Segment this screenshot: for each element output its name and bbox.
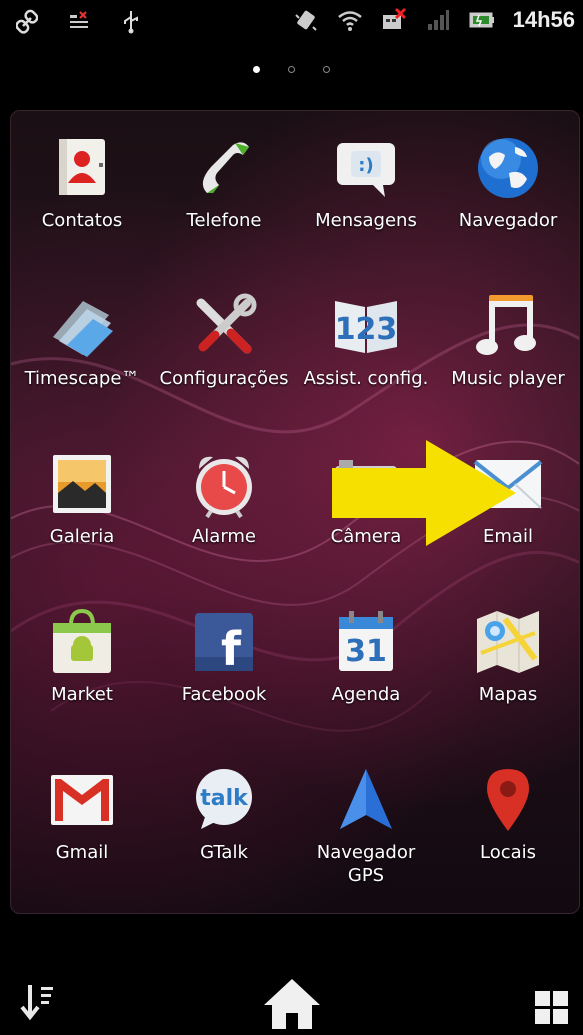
- setup-wizard-icon: 123: [331, 291, 401, 361]
- facebook-icon-text: f: [221, 622, 242, 673]
- app-label: Galeria: [49, 526, 115, 547]
- vibrate-icon: [293, 6, 319, 34]
- app-gmail[interactable]: Gmail: [11, 743, 153, 901]
- gtalk-icon-text: talk: [200, 786, 249, 811]
- notification-list-icon: [66, 8, 92, 36]
- page-dot-2[interactable]: [288, 66, 295, 73]
- places-pin-icon: [473, 765, 543, 835]
- app-agenda[interactable]: 31 Agenda: [295, 585, 437, 743]
- app-label: Navegador: [458, 210, 558, 231]
- app-label: Mapas: [478, 684, 538, 705]
- app-configuracoes[interactable]: Configurações: [153, 269, 295, 427]
- app-timescape[interactable]: Timescape™: [11, 269, 153, 427]
- app-gtalk[interactable]: talk GTalk: [153, 743, 295, 901]
- app-assist-config[interactable]: 123 Assist. config.: [295, 269, 437, 427]
- app-mensagens[interactable]: :) Mensagens: [295, 111, 437, 269]
- app-label: Music player: [451, 368, 565, 389]
- status-clock: 14h56: [512, 7, 575, 32]
- app-label: Alarme: [191, 526, 257, 547]
- app-label: Contatos: [41, 210, 123, 231]
- music-note-icon: [473, 291, 543, 361]
- app-label: Navegador GPS: [316, 842, 416, 886]
- maps-icon: [473, 607, 543, 677]
- app-label: Assist. config.: [303, 368, 429, 389]
- gps-navigation-icon: [331, 765, 401, 835]
- app-market[interactable]: Market: [11, 585, 153, 743]
- bottom-dock: [0, 975, 583, 1035]
- gallery-icon: [47, 449, 117, 519]
- app-locais[interactable]: Locais: [437, 743, 579, 901]
- app-galeria[interactable]: Galeria: [11, 427, 153, 585]
- battery-icon: [469, 6, 495, 34]
- messages-icon-text: :): [358, 155, 373, 176]
- settings-tools-icon: [189, 291, 259, 361]
- status-bar: 14h56: [0, 0, 583, 44]
- link-icon: [14, 8, 40, 36]
- app-label: Locais: [479, 842, 537, 863]
- wifi-icon: [337, 6, 363, 34]
- annotation-arrow: [332, 440, 516, 546]
- page-indicator[interactable]: [0, 66, 583, 73]
- app-music-player[interactable]: Music player: [437, 269, 579, 427]
- app-alarme[interactable]: Alarme: [153, 427, 295, 585]
- missed-alert-icon: [381, 6, 407, 34]
- sort-icon[interactable]: [20, 981, 54, 1025]
- calendar-icon-text: 31: [345, 634, 387, 669]
- usb-icon: [118, 8, 144, 36]
- facebook-icon: f: [189, 607, 259, 677]
- messages-icon: :): [331, 133, 401, 203]
- signal-icon: [425, 6, 451, 34]
- app-contatos[interactable]: Contatos: [11, 111, 153, 269]
- app-label: Market: [51, 684, 113, 705]
- calendar-icon: 31: [331, 607, 401, 677]
- app-telefone[interactable]: Telefone: [153, 111, 295, 269]
- page-dot-3[interactable]: [323, 66, 330, 73]
- timescape-icon: [47, 291, 117, 361]
- app-label: Configurações: [159, 368, 289, 389]
- app-navegador-gps[interactable]: Navegador GPS: [295, 743, 437, 901]
- app-facebook[interactable]: f Facebook: [153, 585, 295, 743]
- app-label: Gmail: [55, 842, 109, 863]
- app-label: GTalk: [200, 842, 248, 863]
- grid-view-icon[interactable]: [535, 991, 569, 1029]
- app-label: Timescape™: [24, 368, 140, 389]
- setup-icon-text: 123: [335, 312, 398, 347]
- app-label: Telefone: [186, 210, 262, 231]
- market-bag-icon: [47, 607, 117, 677]
- app-navegador[interactable]: Navegador: [437, 111, 579, 269]
- browser-globe-icon: [473, 133, 543, 203]
- app-mapas[interactable]: Mapas: [437, 585, 579, 743]
- gmail-icon: [47, 765, 117, 835]
- home-icon[interactable]: [262, 975, 322, 1035]
- app-label: Agenda: [331, 684, 401, 705]
- app-label: Facebook: [181, 684, 267, 705]
- alarm-clock-icon: [189, 449, 259, 519]
- page-dot-1[interactable]: [253, 66, 260, 73]
- gtalk-icon: talk: [189, 765, 259, 835]
- contacts-icon: [47, 133, 117, 203]
- app-label: Mensagens: [315, 210, 417, 231]
- phone-icon: [189, 133, 259, 203]
